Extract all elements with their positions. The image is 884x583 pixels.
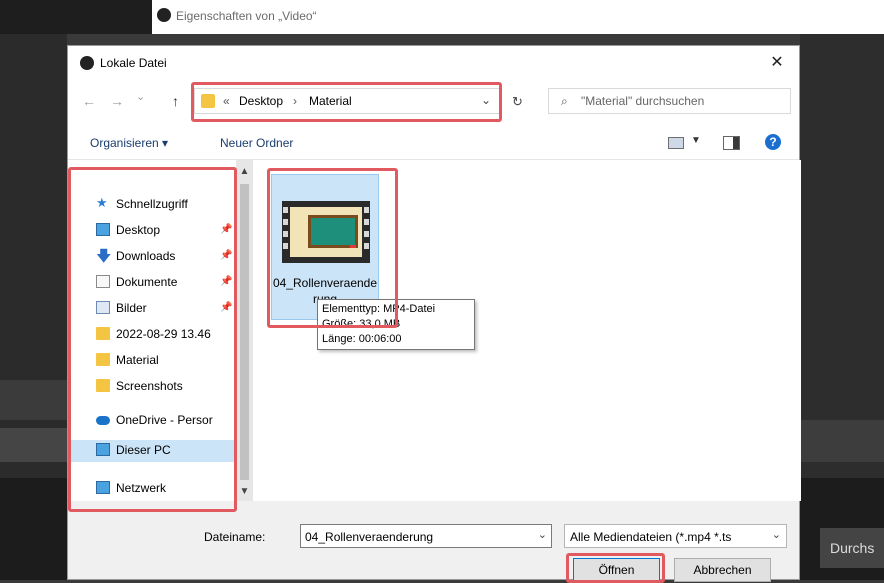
file-type-value: Alle Mediendateien (*.mp4 *.ts [570, 530, 732, 544]
help-icon[interactable]: ? [765, 134, 781, 150]
highlight-navigation-pane [68, 167, 237, 512]
obs-logo-icon [80, 56, 94, 70]
dialog-title: Lokale Datei [100, 56, 167, 70]
filename-value: 04_Rollenveraenderung [305, 530, 434, 544]
search-placeholder: "Material" durchsuchen [581, 94, 705, 108]
browse-button[interactable]: Durchs [820, 528, 884, 568]
recent-locations-icon[interactable]: ⌄ [136, 90, 145, 103]
file-type-select[interactable]: Alle Mediendateien (*.mp4 *.ts ⌄ [564, 524, 787, 548]
navigation-scrollbar[interactable]: ▲ ▼ [236, 160, 253, 501]
new-folder-button[interactable]: Neuer Ordner [220, 136, 293, 150]
close-button[interactable]: ✕ [755, 46, 799, 80]
scroll-up-icon[interactable]: ▲ [236, 166, 253, 177]
background-left-strip [0, 428, 67, 462]
cancel-button[interactable]: Abbrechen [674, 558, 771, 582]
forward-icon[interactable]: → [110, 93, 124, 109]
scroll-down-icon[interactable]: ▼ [236, 486, 253, 497]
organize-button[interactable]: Organisieren ▾ [90, 136, 168, 150]
dialog-titlebar: Lokale Datei ✕ [68, 46, 799, 80]
up-icon[interactable]: ↑ [172, 93, 179, 109]
highlight-address-bar [191, 82, 502, 122]
search-input[interactable]: ⌕ "Material" durchsuchen [548, 88, 791, 114]
chevron-down-icon[interactable]: ▼ [691, 135, 701, 146]
scrollbar-thumb[interactable] [240, 184, 249, 480]
highlight-open-button [566, 553, 665, 583]
obs-logo-icon [157, 8, 171, 22]
preview-pane-icon[interactable] [723, 136, 740, 150]
background-right-strip [800, 420, 884, 462]
filename-input[interactable]: 04_Rollenveraenderung ⌄ [300, 524, 552, 548]
chevron-down-icon[interactable]: ⌄ [772, 528, 781, 541]
properties-window-title: Eigenschaften von „Video“ [176, 9, 317, 23]
command-toolbar: Organisieren ▾ Neuer Ordner ▼ ? [68, 124, 799, 160]
search-icon: ⌕ [561, 94, 568, 108]
tooltip-length: Länge: 00:06:00 [322, 333, 402, 345]
refresh-icon[interactable]: ↻ [512, 94, 523, 110]
filename-label: Dateiname: [204, 530, 266, 544]
highlight-file-item [267, 168, 398, 328]
back-icon[interactable]: ← [82, 93, 96, 109]
chevron-down-icon[interactable]: ⌄ [538, 528, 547, 541]
background-left-strip [0, 380, 67, 420]
view-options-icon[interactable] [668, 137, 684, 149]
